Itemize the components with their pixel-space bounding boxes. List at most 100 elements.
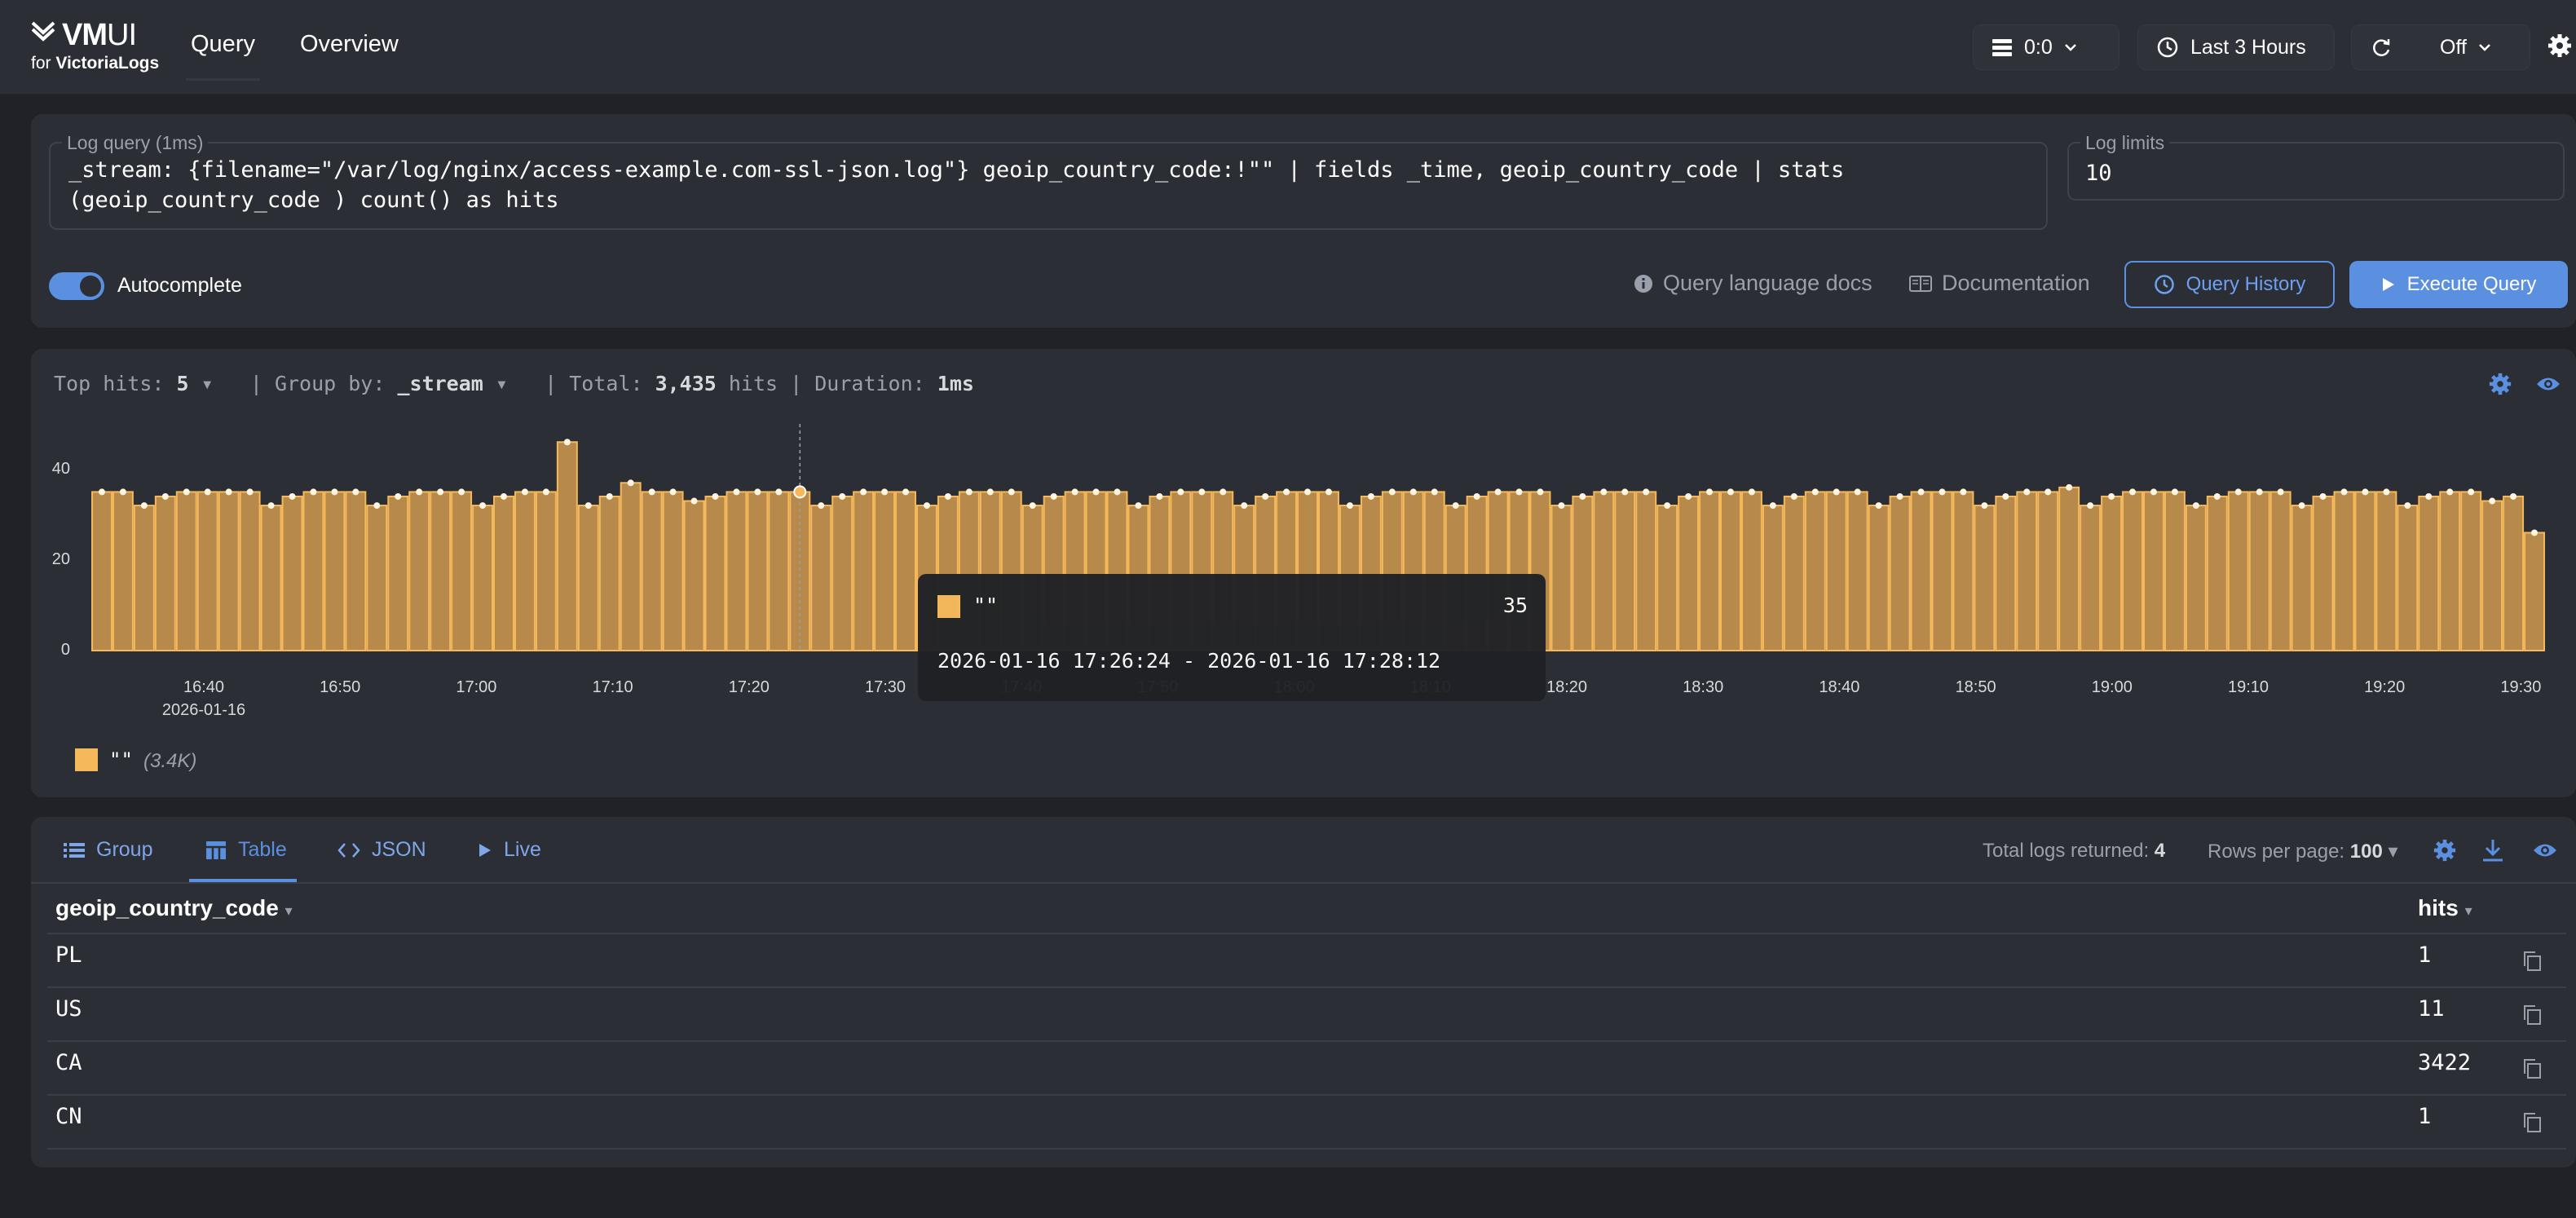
chart-bar[interactable]	[1762, 505, 1784, 651]
chart-bar[interactable]	[2460, 491, 2482, 652]
chart-bar[interactable]	[2206, 495, 2228, 651]
chart-bar[interactable]	[1846, 491, 1868, 652]
chart-bar[interactable]	[154, 495, 176, 651]
chart-bar[interactable]	[662, 491, 684, 652]
chart-bar[interactable]	[1740, 491, 1762, 652]
chart-bar[interactable]	[2503, 495, 2525, 651]
chart-bar[interactable]	[2080, 505, 2102, 651]
chart-bar[interactable]	[2164, 491, 2186, 652]
chart-bar[interactable]	[768, 491, 790, 652]
settings-button[interactable]	[2547, 33, 2573, 63]
chart-bar[interactable]	[408, 491, 430, 652]
chart-bar[interactable]	[514, 491, 536, 652]
chart-bar[interactable]	[2418, 495, 2440, 651]
chart-bar[interactable]	[1804, 491, 1826, 652]
copy-icon[interactable]	[2522, 1004, 2542, 1026]
chart-bar[interactable]	[2248, 491, 2270, 652]
log-query-editor[interactable]: Log query (1ms) _stream: {filename="/var…	[49, 132, 2048, 230]
chart-bar[interactable]	[1614, 491, 1636, 652]
chart-bar[interactable]	[1699, 491, 1721, 652]
chart-bar[interactable]	[535, 491, 557, 652]
chart-bar[interactable]	[430, 491, 452, 652]
vmui-logo[interactable]: VMUI for VictoriaLogs	[31, 18, 159, 77]
chart-bar[interactable]	[1910, 491, 1932, 652]
tab-table[interactable]: Table	[205, 838, 287, 862]
chart-bar[interactable]	[175, 491, 197, 652]
chart-bar[interactable]	[2312, 495, 2334, 651]
chart-bar[interactable]	[1572, 495, 1594, 651]
legend-series-name[interactable]: ""	[109, 748, 133, 771]
tab-live[interactable]: Live	[478, 838, 541, 862]
execute-query-button[interactable]: Execute Query	[2349, 261, 2568, 308]
copy-icon[interactable]	[2522, 951, 2542, 972]
chart-bar[interactable]	[2354, 491, 2376, 652]
chart-bar[interactable]	[2524, 532, 2545, 651]
chart-bar[interactable]	[133, 505, 155, 651]
chart-bar[interactable]	[196, 491, 218, 652]
chart-bar[interactable]	[2269, 491, 2291, 652]
chart-bar[interactable]	[218, 491, 240, 652]
tab-overview[interactable]: Overview	[300, 31, 399, 58]
chart-bar[interactable]	[1635, 491, 1657, 652]
chart-bar[interactable]	[831, 495, 854, 651]
chart-bar[interactable]	[1678, 495, 1700, 651]
chart-bar[interactable]	[366, 505, 388, 651]
chart-bar[interactable]	[1868, 505, 1890, 651]
chart-bar[interactable]	[556, 441, 578, 651]
chart-bar[interactable]	[472, 505, 494, 651]
chart-bar[interactable]	[1656, 505, 1678, 651]
column-header-hits[interactable]: hits ▾	[2418, 895, 2472, 921]
chart-bar[interactable]	[2375, 491, 2397, 652]
download-button[interactable]	[2481, 838, 2504, 867]
chart-bar[interactable]	[1550, 505, 1573, 651]
tab-json[interactable]: JSON	[337, 838, 426, 862]
chart-bar[interactable]	[2291, 505, 2313, 651]
column-header-geoip-country-code[interactable]: geoip_country_code ▾	[55, 895, 293, 921]
chart-bar[interactable]	[683, 500, 705, 651]
chart-bar[interactable]	[324, 491, 346, 652]
chart-bar[interactable]	[1889, 495, 1911, 651]
chart-bar[interactable]	[2333, 491, 2355, 652]
time-range-selector[interactable]: Last 3 Hours	[2137, 24, 2335, 70]
group-by-value[interactable]: _stream	[397, 372, 483, 395]
chart-bar[interactable]	[598, 495, 620, 651]
chart-bar[interactable]	[2439, 491, 2461, 652]
chart-bar[interactable]	[2016, 491, 2038, 652]
table-settings-button[interactable]	[2433, 838, 2457, 867]
documentation-link[interactable]: Documentation	[1909, 271, 2090, 296]
table-visibility-button[interactable]	[2532, 841, 2558, 863]
chart-bar[interactable]	[2397, 505, 2419, 651]
chart-bar[interactable]	[641, 491, 663, 652]
tab-query[interactable]: Query	[186, 31, 260, 81]
chart-bar[interactable]	[387, 495, 409, 651]
autocomplete-toggle[interactable]	[49, 272, 104, 300]
chart-bar[interactable]	[1974, 505, 1996, 651]
chart-bar[interactable]	[1931, 491, 1953, 652]
chart-bar[interactable]	[1825, 491, 1847, 652]
chart-bar[interactable]	[2058, 486, 2080, 651]
chart-bar[interactable]	[1593, 491, 1615, 652]
chart-bar[interactable]	[2185, 505, 2207, 651]
chart-bar[interactable]	[704, 495, 726, 651]
chart-bar[interactable]	[1720, 491, 1741, 652]
chart-bar[interactable]	[239, 491, 261, 652]
chart-bar[interactable]	[302, 491, 324, 652]
copy-icon[interactable]	[2522, 1112, 2542, 1133]
top-hits-value[interactable]: 5	[177, 372, 189, 395]
chart-bar[interactable]	[1783, 495, 1805, 651]
chart-bar[interactable]	[451, 491, 473, 652]
chart-bar[interactable]	[281, 495, 303, 651]
chart-bar[interactable]	[493, 495, 514, 651]
chart-bar[interactable]	[2481, 500, 2503, 651]
chart-settings-button[interactable]	[2488, 372, 2512, 400]
chart-bar[interactable]	[810, 505, 832, 651]
chart-bar[interactable]	[1952, 491, 1974, 652]
tenant-selector[interactable]: 0:0	[1973, 24, 2119, 70]
chart-bar[interactable]	[2227, 491, 2249, 652]
chart-bar[interactable]	[874, 491, 896, 652]
copy-icon[interactable]	[2522, 1058, 2542, 1079]
tab-group[interactable]: Group	[64, 838, 152, 862]
chart-visibility-button[interactable]	[2535, 375, 2561, 397]
query-history-button[interactable]: Query History	[2124, 261, 2335, 308]
chart-bar[interactable]	[747, 491, 769, 652]
